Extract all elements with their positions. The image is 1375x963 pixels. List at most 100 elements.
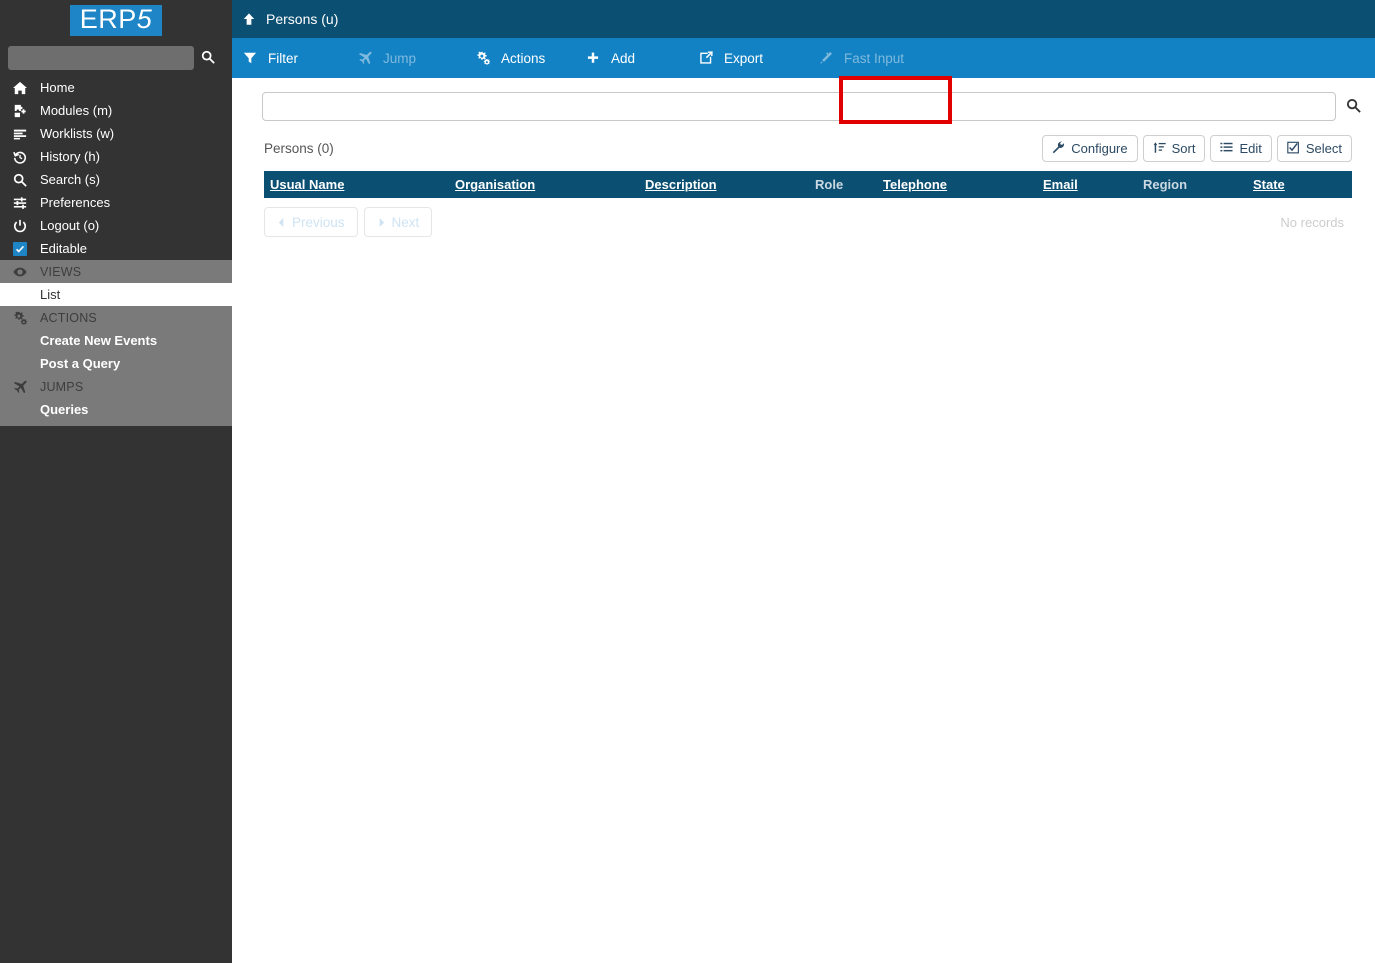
action-fast-input: Fast Input <box>808 38 948 78</box>
action-label: Jump <box>383 50 417 66</box>
sidebar: ERP5 Home Modules (m) Worklists (w) Hist… <box>0 0 232 963</box>
action-add[interactable]: Add <box>575 38 688 78</box>
top-bar: Persons (u) <box>232 0 1375 38</box>
edit-button[interactable]: Edit <box>1210 135 1272 162</box>
listing-header: Persons (0) Configure Sort Edit Select <box>232 121 1375 162</box>
power-icon <box>0 219 40 233</box>
column-label: Usual Name <box>270 177 345 192</box>
sidebar-search-button[interactable] <box>194 46 222 70</box>
sidebar-group-title: ACTIONS <box>40 310 97 325</box>
action-label: Export <box>724 50 764 66</box>
gears-icon <box>0 311 40 325</box>
sidebar-nav: Home Modules (m) Worklists (w) History (… <box>0 76 232 260</box>
sidebar-item-preferences[interactable]: Preferences <box>0 191 232 214</box>
wand-icon <box>808 51 844 65</box>
action-jump: Jump <box>347 38 465 78</box>
column-label: Telephone <box>883 177 948 192</box>
sidebar-item-label: Home <box>40 80 75 95</box>
listing-title: Persons (0) <box>264 141 334 156</box>
up-arrow-icon[interactable] <box>232 12 266 26</box>
sidebar-item-label: Modules (m) <box>40 103 113 118</box>
sidebar-group-jumps-header: JUMPS <box>0 375 232 398</box>
button-label: Configure <box>1071 141 1128 156</box>
sidebar-item-label: Worklists (w) <box>40 126 115 141</box>
erp5-app-window: ERP5 Home Modules (m) Worklists (w) Hist… <box>0 0 1375 963</box>
button-label: Select <box>1305 141 1342 156</box>
plus-icon <box>575 51 611 65</box>
eye-icon <box>0 265 40 279</box>
button-label: Edit <box>1239 141 1262 156</box>
wrench-icon <box>1052 140 1065 157</box>
pagination-row: Previous Next No records <box>232 198 1375 237</box>
sidebar-item-label: Create New Events <box>40 333 158 348</box>
logo[interactable]: ERP5 <box>0 0 232 40</box>
column-header-email[interactable]: Email <box>1037 171 1137 198</box>
sidebar-group-title: JUMPS <box>40 379 84 394</box>
sidebar-item-label: Logout (o) <box>40 218 100 233</box>
export-icon <box>688 51 724 65</box>
sidebar-item-queries[interactable]: Queries <box>0 398 232 421</box>
history-icon <box>0 150 40 164</box>
worklists-icon <box>0 127 40 141</box>
action-export[interactable]: Export <box>688 38 808 78</box>
column-header-state[interactable]: State <box>1247 171 1352 198</box>
action-label: Fast Input <box>844 50 905 66</box>
chevron-left-icon <box>277 215 286 230</box>
sidebar-item-history[interactable]: History (h) <box>0 145 232 168</box>
sidebar-item-worklists[interactable]: Worklists (w) <box>0 122 232 145</box>
column-label: Email <box>1043 177 1078 192</box>
sidebar-item-create-new-events[interactable]: Create New Events <box>0 329 232 352</box>
pagination: Previous Next <box>264 207 433 237</box>
funnel-icon <box>232 51 268 65</box>
sidebar-item-label: Search (s) <box>40 172 100 187</box>
plane-icon <box>347 51 383 65</box>
next-page-button[interactable]: Next <box>363 207 433 237</box>
column-header-usual-name[interactable]: Usual Name <box>264 171 449 198</box>
search-submit-button[interactable] <box>1336 92 1370 121</box>
sidebar-item-label: Editable <box>40 241 87 256</box>
sidebar-item-editable[interactable]: Editable <box>0 237 232 260</box>
action-label: Add <box>611 50 636 66</box>
sidebar-item-label: History (h) <box>40 149 100 164</box>
column-label: Organisation <box>455 177 536 192</box>
gears-icon <box>465 51 501 65</box>
action-filter[interactable]: Filter <box>232 38 347 78</box>
sidebar-search-input[interactable] <box>8 46 194 70</box>
sidebar-group-actions-header: ACTIONS <box>0 306 232 329</box>
chevron-right-icon <box>377 215 386 230</box>
column-label: State <box>1253 177 1285 192</box>
sidebar-group-views-header: VIEWS <box>0 260 232 283</box>
action-label: Actions <box>501 50 546 66</box>
column-header-organisation[interactable]: Organisation <box>449 171 639 198</box>
search-icon <box>201 50 215 67</box>
preferences-icon <box>0 196 40 210</box>
sidebar-group-title: VIEWS <box>40 264 82 279</box>
page-title: Persons (u) <box>266 11 339 27</box>
sidebar-item-label: List <box>40 287 61 302</box>
sidebar-item-post-a-query[interactable]: Post a Query <box>0 352 232 375</box>
column-label: Role <box>815 177 844 192</box>
previous-page-button[interactable]: Previous <box>264 207 358 237</box>
search-icon <box>1346 98 1361 116</box>
check-square-icon <box>1287 141 1300 157</box>
select-button[interactable]: Select <box>1276 135 1352 162</box>
sidebar-group-spacer <box>0 421 232 426</box>
column-header-telephone[interactable]: Telephone <box>877 171 1037 198</box>
button-label: Next <box>391 214 420 230</box>
home-icon <box>0 81 40 95</box>
sidebar-item-modules[interactable]: Modules (m) <box>0 99 232 122</box>
sidebar-item-search[interactable]: Search (s) <box>0 168 232 191</box>
action-actions[interactable]: Actions <box>465 38 575 78</box>
sort-button[interactable]: Sort <box>1142 135 1206 162</box>
sidebar-item-list[interactable]: List <box>0 283 232 306</box>
column-header-region: Region <box>1137 171 1247 198</box>
search-input[interactable] <box>262 92 1336 121</box>
sidebar-item-home[interactable]: Home <box>0 76 232 99</box>
logo-text-main: ERP <box>79 3 137 34</box>
sidebar-item-logout[interactable]: Logout (o) <box>0 214 232 237</box>
sidebar-item-label: Preferences <box>40 195 111 210</box>
column-header-description[interactable]: Description <box>639 171 809 198</box>
list-icon <box>1220 141 1233 157</box>
configure-button[interactable]: Configure <box>1042 135 1138 162</box>
sort-icon <box>1153 141 1166 157</box>
